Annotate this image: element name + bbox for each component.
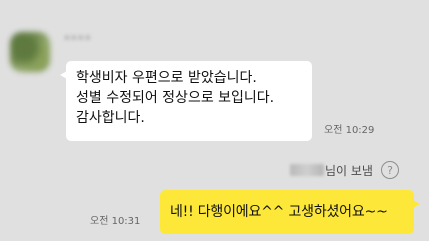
chat-area: •••• 학생비자 우편으로 받았습니다. 성별 수정되어 정상으로 보입니다.…: [0, 0, 429, 241]
help-icon[interactable]: ?: [380, 161, 399, 179]
avatar[interactable]: [10, 32, 50, 72]
forwarder-name-blurred: [290, 164, 324, 176]
incoming-timestamp: 오전 10:29: [324, 125, 375, 136]
outgoing-message-bubble[interactable]: 네!! 다행이에요^^ 고생하셨어요~~: [160, 190, 420, 234]
forward-notice: 님이 보냄 ?: [290, 159, 399, 181]
message-line: 감사합니다.: [76, 110, 145, 126]
outgoing-timestamp: 오전 10:31: [90, 216, 141, 227]
sender-name: ••••: [64, 33, 92, 44]
forward-notice-label: 님이 보냄: [325, 163, 373, 178]
outgoing-message-text: 네!! 다행이에요^^ 고생하셨어요~~: [170, 204, 388, 220]
incoming-message-bubble[interactable]: 학생비자 우편으로 받았습니다. 성별 수정되어 정상으로 보입니다. 감사합니…: [60, 61, 312, 141]
message-line: 학생비자 우편으로 받았습니다.: [76, 70, 257, 86]
message-line: 성별 수정되어 정상으로 보입니다.: [76, 90, 275, 106]
